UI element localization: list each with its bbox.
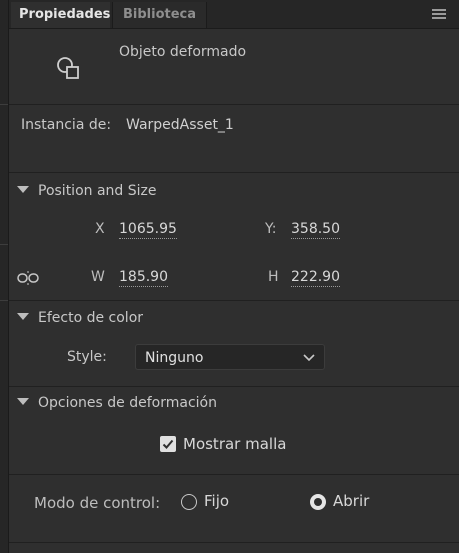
- left-edge-strip: [0, 0, 8, 553]
- style-selected-value: Ninguno: [145, 350, 204, 366]
- divider: [9, 104, 459, 105]
- y-value-scrubber[interactable]: 358.50: [291, 221, 340, 239]
- properties-panel: Propiedades Biblioteca Objeto deformado …: [8, 0, 459, 553]
- section-warp-options[interactable]: Opciones de deformación: [17, 392, 217, 414]
- divider: [9, 386, 459, 387]
- radio-open-label[interactable]: Abrir: [333, 492, 369, 510]
- radio-fixed[interactable]: [181, 494, 197, 510]
- section-title: Position and Size: [38, 183, 157, 199]
- section-position-size[interactable]: Position and Size: [17, 180, 157, 202]
- section-color-effect[interactable]: Efecto de color: [17, 307, 143, 329]
- chevron-down-icon: [303, 354, 315, 362]
- w-value-scrubber[interactable]: 185.90: [119, 269, 168, 287]
- show-mesh-label[interactable]: Mostrar malla: [183, 435, 286, 453]
- tab-library[interactable]: Biblioteca: [112, 2, 208, 28]
- style-label: Style:: [67, 349, 107, 365]
- y-label: Y:: [265, 221, 277, 237]
- section-title: Opciones de deformación: [38, 395, 217, 411]
- strip-tick: [0, 104, 8, 105]
- object-type-label: Objeto deformado: [119, 44, 247, 60]
- link-dimensions-icon[interactable]: [17, 271, 39, 285]
- control-mode-label: Modo de control:: [34, 494, 161, 512]
- x-value-scrubber[interactable]: 1065.95: [119, 221, 177, 239]
- tab-properties[interactable]: Propiedades: [11, 2, 110, 28]
- instance-of-label: Instancia de:: [21, 117, 112, 133]
- radio-open[interactable]: [310, 494, 326, 510]
- divider: [9, 172, 459, 173]
- w-label: W: [91, 269, 105, 285]
- radio-fixed-label[interactable]: Fijo: [204, 492, 229, 510]
- divider: [9, 474, 459, 475]
- strip-tick: [0, 244, 8, 245]
- checkmark-icon: [162, 439, 174, 449]
- instance-name-value: WarpedAsset_1: [126, 117, 234, 133]
- collapse-triangle-icon: [17, 397, 29, 405]
- x-label: X: [95, 221, 105, 237]
- h-value-scrubber[interactable]: 222.90: [291, 269, 340, 287]
- tab-bar: Propiedades Biblioteca: [9, 0, 459, 29]
- panel-menu-icon[interactable]: [432, 9, 446, 19]
- collapse-triangle-icon: [17, 312, 29, 320]
- collapse-triangle-icon: [17, 185, 29, 193]
- strip-tick: [0, 300, 8, 301]
- warped-object-icon: [57, 57, 79, 79]
- show-mesh-checkbox[interactable]: [160, 436, 176, 452]
- divider: [9, 300, 459, 301]
- style-dropdown[interactable]: Ninguno: [135, 344, 325, 370]
- h-label: H: [268, 269, 279, 285]
- section-title: Efecto de color: [38, 310, 144, 326]
- divider: [9, 542, 459, 543]
